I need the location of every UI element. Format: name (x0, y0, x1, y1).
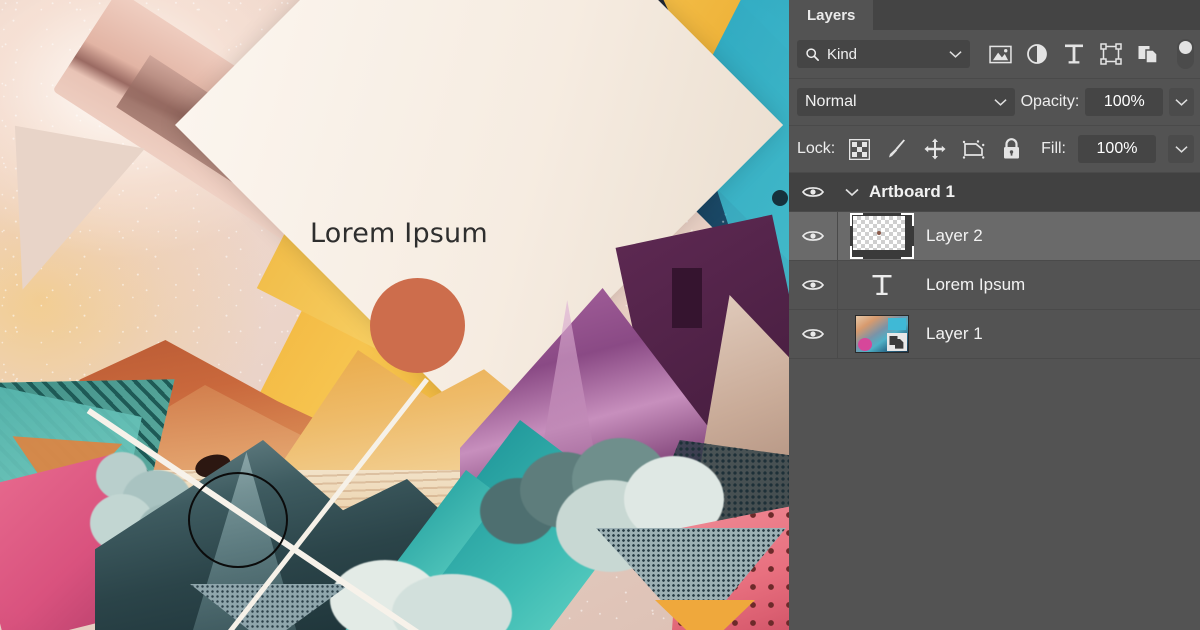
pixel-layer-filter-icon[interactable] (988, 42, 1012, 66)
blend-mode-row: Normal Opacity: 100% (789, 79, 1200, 126)
type-layer-filter-icon[interactable] (1062, 42, 1086, 66)
eye-icon (802, 329, 824, 339)
fill-value-field[interactable]: 100% (1078, 135, 1156, 163)
lock-row: Lock: Fill: 100% (789, 126, 1200, 173)
filter-toggle-switch[interactable] (1177, 39, 1194, 69)
layer-filter-row: Kind (789, 30, 1200, 79)
thumbnail-pixel-dot (877, 231, 881, 235)
layer-name-lorem-ipsum: Lorem Ipsum (926, 275, 1026, 294)
artwork-orange-triangle-bottom (655, 600, 755, 630)
artwork-ink-blob (772, 190, 788, 206)
layer-thumbnail-transparent (850, 213, 914, 259)
canvas-text-lorem-ipsum[interactable]: Lorem Ipsum (310, 218, 488, 249)
layer-row-layer-1[interactable]: Layer 1 (789, 310, 1200, 359)
layer-thumbnail-cell[interactable] (838, 261, 926, 309)
opacity-stepper-chevron[interactable] (1169, 88, 1194, 116)
shape-layer-filter-icon[interactable] (1099, 42, 1123, 66)
layer-visibility-toggle[interactable] (789, 261, 838, 309)
eye-icon (802, 280, 824, 290)
layer-row-artboard[interactable]: Artboard 1 (789, 173, 1200, 212)
eye-icon (802, 231, 824, 241)
chevron-down-icon (949, 50, 962, 59)
smart-object-badge-icon (887, 333, 907, 351)
opacity-label: Opacity: (1020, 93, 1080, 110)
layers-panel: Layers Kind Normal Opacity: 100% Lock: F… (789, 0, 1200, 630)
artwork-maroon-notch (672, 268, 702, 328)
layer-name-layer-1: Layer 1 (926, 324, 983, 343)
lock-image-pixels-icon[interactable] (885, 137, 909, 161)
layer-thumbnail-artwork (855, 315, 909, 353)
lock-label: Lock: (797, 140, 836, 157)
opacity-value-field[interactable]: 100% (1085, 88, 1164, 116)
blend-mode-select[interactable]: Normal (797, 88, 1015, 116)
photoshop-window: Lorem Ipsum Layers Kind Normal Opacity: … (0, 0, 1200, 630)
filter-type-icons (988, 39, 1194, 69)
tab-bar-empty-area (873, 0, 1200, 30)
layer-list: Artboard 1 Layer 2 Lorem Ipsum Layer 1 (789, 173, 1200, 359)
document-canvas[interactable]: Lorem Ipsum (0, 0, 789, 630)
search-icon (805, 47, 820, 62)
chevron-down-icon[interactable] (845, 188, 859, 197)
fill-label: Fill: (1041, 140, 1066, 157)
active-layer-bracket (850, 246, 863, 259)
layer-row-lorem-ipsum[interactable]: Lorem Ipsum (789, 261, 1200, 310)
adjustment-layer-filter-icon[interactable] (1025, 42, 1049, 66)
filter-kind-select[interactable]: Kind (797, 40, 970, 68)
lock-transparent-pixels-icon[interactable] (847, 137, 871, 161)
lock-artboard-nesting-icon[interactable] (961, 137, 985, 161)
blend-mode-value: Normal (805, 93, 857, 110)
active-layer-bracket (901, 213, 914, 226)
chevron-down-icon (994, 98, 1007, 107)
thumbnail-cyan-block (888, 318, 906, 330)
layer-visibility-toggle[interactable] (789, 173, 837, 211)
lock-all-icon[interactable] (999, 137, 1023, 161)
filter-kind-label: Kind (827, 45, 858, 63)
type-layer-icon (871, 273, 893, 297)
lock-icon-group (847, 137, 1023, 161)
eye-icon (802, 187, 824, 197)
artwork-terracotta-circle (370, 278, 465, 373)
layer-visibility-toggle[interactable] (789, 212, 838, 260)
thumbnail-pink-blob (858, 338, 872, 351)
smart-object-filter-icon[interactable] (1136, 42, 1160, 66)
elliptical-marquee-selection[interactable] (188, 472, 288, 568)
layer-thumbnail-cell[interactable] (838, 212, 926, 260)
tab-layers[interactable]: Layers (789, 0, 874, 30)
layer-thumbnail-cell[interactable] (838, 310, 926, 358)
layer-visibility-toggle[interactable] (789, 310, 838, 358)
lock-position-icon[interactable] (923, 137, 947, 161)
layer-name-artboard-1: Artboard 1 (869, 182, 955, 201)
layer-name-layer-2: Layer 2 (926, 226, 983, 245)
active-layer-bracket (901, 246, 914, 259)
panel-tab-bar: Layers (789, 0, 1200, 30)
layer-row-layer-2[interactable]: Layer 2 (789, 212, 1200, 261)
active-layer-bracket (850, 213, 863, 226)
fill-stepper-chevron[interactable] (1168, 135, 1194, 163)
